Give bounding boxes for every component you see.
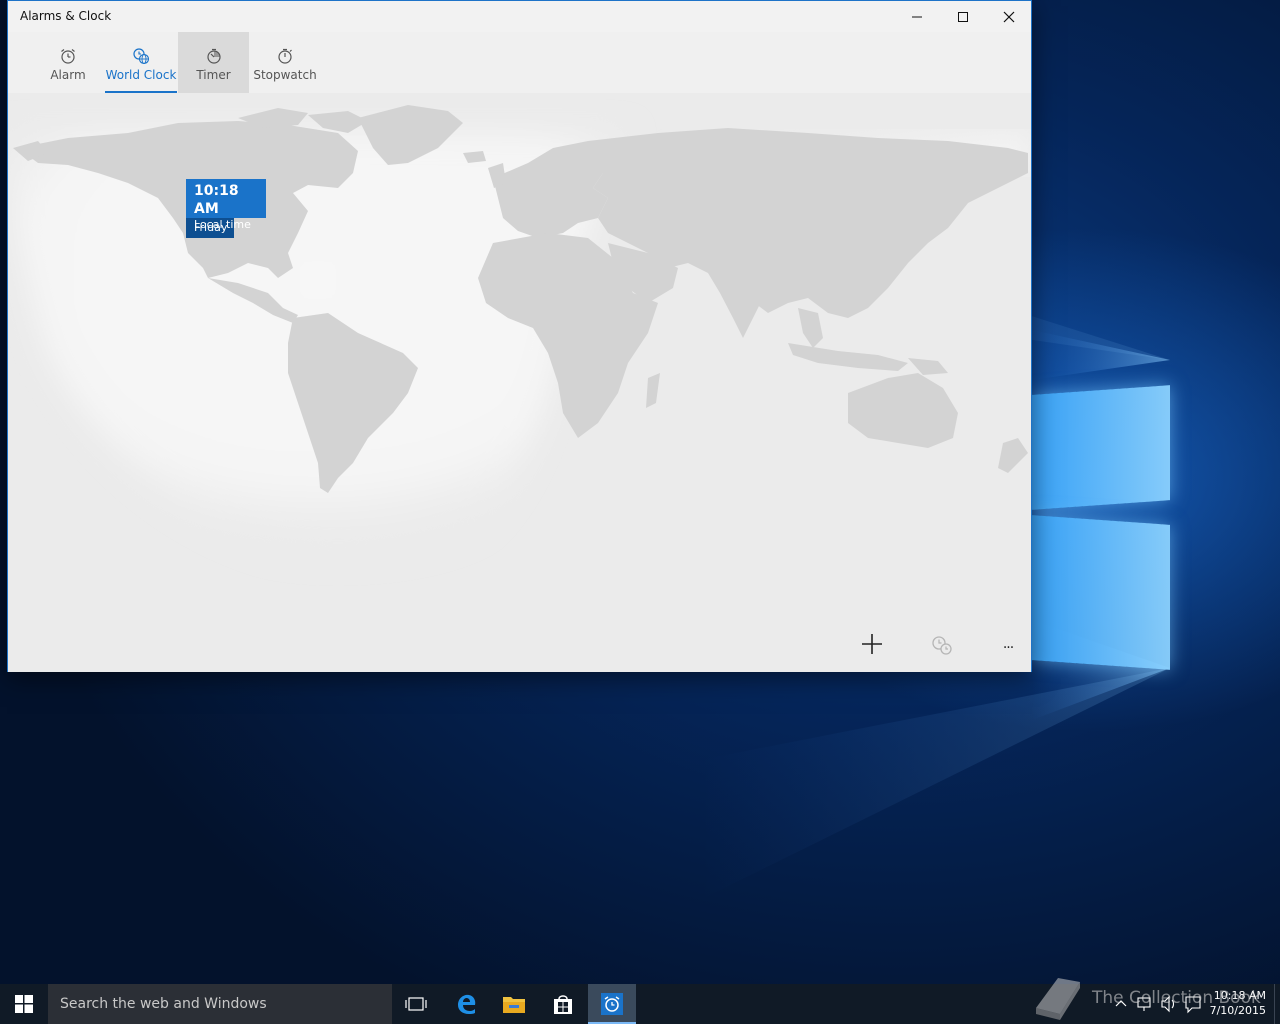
alarms-clock-window: Alarms & Clock Alarm World Clock Timer S… [7, 0, 1032, 672]
watermark: The Collection Book [1030, 970, 1270, 1024]
search-box[interactable]: Search the web and Windows [48, 984, 392, 1024]
watermark-text: The Collection Book [1092, 988, 1261, 1008]
start-button[interactable] [0, 984, 48, 1024]
alarms-clock-taskbar-button[interactable] [588, 984, 636, 1024]
compare-time-icon [932, 636, 952, 655]
edge-browser-button[interactable] [442, 984, 490, 1024]
maximize-button[interactable] [940, 1, 986, 32]
compare-time-button[interactable] [930, 633, 970, 663]
timer-icon [206, 48, 221, 64]
alarm-clock-app-icon [601, 993, 623, 1015]
tab-bar: Alarm World Clock Timer Stopwatch [8, 32, 1031, 93]
local-time-box: 10:18 AM Local time [186, 179, 266, 231]
task-view-icon [405, 997, 427, 1011]
close-icon [1003, 11, 1015, 22]
tab-timer-label: Timer [196, 68, 231, 82]
store-icon [554, 995, 572, 1014]
window-title: Alarms & Clock [20, 9, 112, 23]
edge-icon [458, 994, 476, 1014]
local-time-value: 10:18 AM [194, 183, 239, 217]
minimize-icon [912, 16, 922, 17]
more-options-button[interactable]: ··· [988, 633, 1028, 663]
world-map[interactable]: 10:18 AM Local time Friday ··· [8, 93, 1031, 672]
stopwatch-icon [278, 48, 292, 64]
tab-world-clock[interactable]: World Clock [105, 32, 177, 93]
show-desktop-button[interactable] [1274, 984, 1280, 1024]
tab-timer[interactable]: Timer [178, 32, 249, 93]
world-clock-icon [133, 48, 150, 65]
store-button[interactable] [539, 984, 587, 1024]
search-placeholder: Search the web and Windows [60, 996, 267, 1012]
close-button[interactable] [986, 1, 1032, 32]
add-new-city-button[interactable] [861, 633, 901, 663]
windows-logo-wallpaper [1032, 320, 1172, 680]
task-view-button[interactable] [392, 984, 440, 1024]
book-logo-icon [1036, 978, 1080, 1020]
plus-icon [862, 634, 882, 654]
alarm-clock-icon [61, 49, 75, 64]
local-time-card[interactable]: 10:18 AM Local time Friday [186, 179, 266, 238]
windows-start-icon [15, 995, 33, 1013]
tab-alarm[interactable]: Alarm [42, 32, 94, 93]
tab-world-clock-label: World Clock [105, 68, 177, 82]
title-bar[interactable]: Alarms & Clock [8, 1, 1031, 32]
tab-stopwatch[interactable]: Stopwatch [253, 32, 317, 93]
tab-stopwatch-label: Stopwatch [253, 68, 317, 82]
maximize-icon [958, 11, 968, 22]
world-map-graphic [8, 105, 1031, 553]
file-explorer-button[interactable] [490, 984, 538, 1024]
tab-alarm-label: Alarm [50, 68, 86, 82]
local-day-label: Friday [186, 218, 234, 238]
file-explorer-icon [503, 997, 525, 1013]
minimize-button[interactable] [894, 1, 940, 32]
